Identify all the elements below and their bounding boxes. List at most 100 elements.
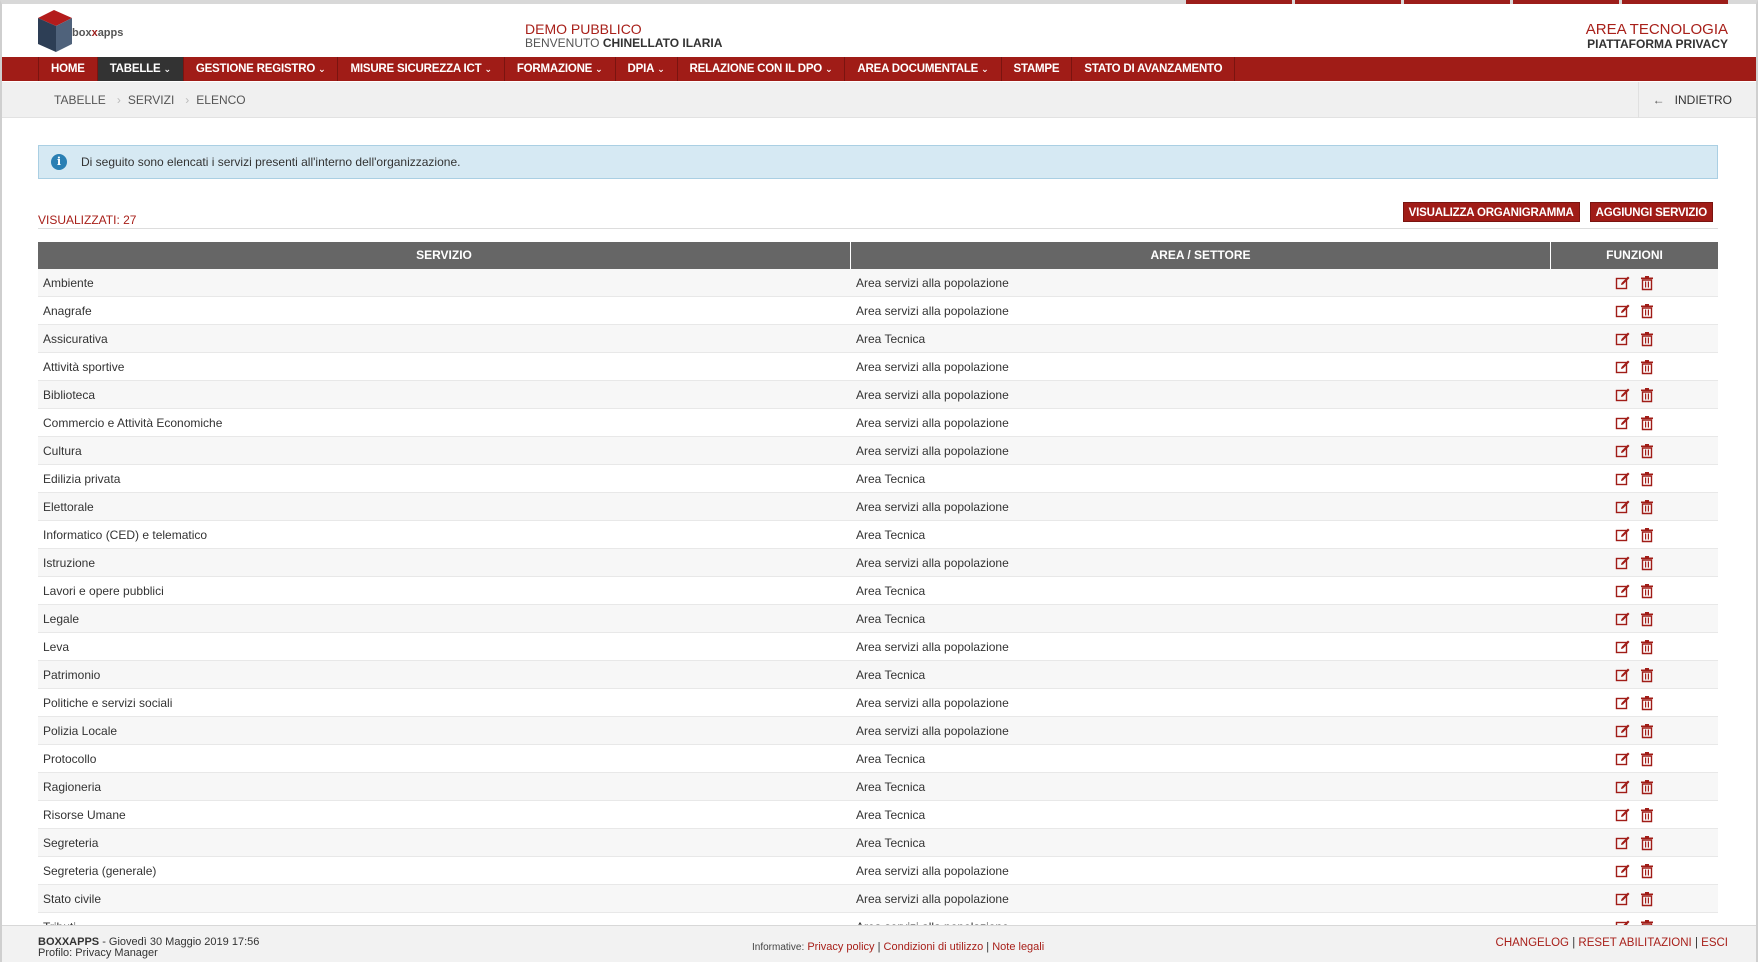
edit-icon[interactable]	[1615, 387, 1631, 403]
logo-text: boxxapps	[72, 27, 124, 39]
nav-item-home[interactable]: HOME	[39, 57, 98, 81]
actions-cell	[1551, 521, 1718, 548]
actions-cell	[1551, 381, 1718, 408]
legal-notes-link[interactable]: Note legali	[992, 941, 1044, 953]
trash-icon[interactable]	[1639, 779, 1655, 795]
logout-link[interactable]: ESCI	[1701, 937, 1728, 949]
toolbar-buttons: VISUALIZZA ORGANIGRAMMA AGGIUNGI SERVIZI…	[1402, 202, 1713, 222]
nav-item-misure-sicurezza-ict[interactable]: MISURE SICUREZZA ICT ⌄	[338, 57, 505, 81]
chevron-down-icon: ⌄	[825, 64, 833, 74]
service-name-cell: Elettorale	[43, 500, 94, 514]
edit-icon[interactable]	[1615, 359, 1631, 375]
actions-cell	[1551, 689, 1718, 716]
trash-icon[interactable]	[1639, 471, 1655, 487]
trash-icon[interactable]	[1639, 443, 1655, 459]
trash-icon[interactable]	[1639, 555, 1655, 571]
nav-label: TABELLE	[109, 63, 161, 75]
privacy-policy-link[interactable]: Privacy policy	[807, 941, 874, 953]
nav-item-formazione[interactable]: FORMAZIONE ⌄	[505, 57, 616, 81]
trash-icon[interactable]	[1639, 331, 1655, 347]
edit-icon[interactable]	[1615, 751, 1631, 767]
edit-icon[interactable]	[1615, 723, 1631, 739]
nav-item-tabelle[interactable]: TABELLE ⌄	[97, 57, 184, 81]
trash-icon[interactable]	[1639, 499, 1655, 515]
trash-icon[interactable]	[1639, 387, 1655, 403]
edit-icon[interactable]	[1615, 303, 1631, 319]
nav-item-stampe[interactable]: STAMPE	[1002, 57, 1073, 81]
actions-cell	[1551, 465, 1718, 492]
trash-icon[interactable]	[1639, 891, 1655, 907]
actions-cell	[1551, 549, 1718, 576]
trash-icon[interactable]	[1639, 415, 1655, 431]
reset-permissions-link[interactable]: RESET ABILITAZIONI	[1578, 937, 1691, 949]
edit-icon[interactable]	[1615, 555, 1631, 571]
edit-icon[interactable]	[1615, 779, 1631, 795]
nav-item-area-documentale[interactable]: AREA DOCUMENTALE ⌄	[845, 57, 1002, 81]
edit-icon[interactable]	[1615, 695, 1631, 711]
trash-icon[interactable]	[1639, 275, 1655, 291]
edit-icon[interactable]	[1615, 583, 1631, 599]
trash-icon[interactable]	[1639, 611, 1655, 627]
table-row: Polizia Locale Area servizi alla popolazi…	[38, 717, 1718, 745]
service-name-cell: Commercio e Attività Economiche	[43, 416, 223, 430]
area-cell: Area servizi alla popolazione	[856, 276, 1009, 290]
edit-icon[interactable]	[1615, 471, 1631, 487]
table-row: Risorse Umane Area Tecnica	[38, 801, 1718, 829]
nav-item-gestione-registro[interactable]: GESTIONE REGISTRO ⌄	[184, 57, 339, 81]
view-org-chart-button[interactable]: VISUALIZZA ORGANIGRAMMA	[1402, 202, 1580, 222]
trash-icon[interactable]	[1639, 359, 1655, 375]
service-name-cell: Polizia Locale	[43, 724, 118, 738]
trash-icon[interactable]	[1639, 303, 1655, 319]
breadcrumb-item-servizi[interactable]: SERVIZI	[128, 93, 190, 107]
service-name-cell: Edilizia privata	[43, 472, 121, 486]
nav-label: DPIA	[627, 63, 655, 75]
trash-icon[interactable]	[1639, 807, 1655, 823]
trash-icon[interactable]	[1639, 583, 1655, 599]
edit-icon[interactable]	[1615, 527, 1631, 543]
footer-links: Informative: Privacy policy | Condizioni…	[752, 941, 1044, 953]
nav-item-relazione-con-il-dpo[interactable]: RELAZIONE CON IL DPO ⌄	[678, 57, 846, 81]
service-name-cell: Cultura	[43, 444, 82, 458]
trash-icon[interactable]	[1639, 751, 1655, 767]
service-name-cell: Protocollo	[43, 752, 97, 766]
terms-link[interactable]: Condizioni di utilizzo	[884, 941, 984, 953]
trash-icon[interactable]	[1639, 695, 1655, 711]
column-header-servizio[interactable]: SERVIZIO	[38, 242, 851, 269]
trash-icon[interactable]	[1639, 667, 1655, 683]
edit-icon[interactable]	[1615, 415, 1631, 431]
page-viewport: boxxapps DEMO PUBBLICO BENVENUTO CHINELL…	[0, 0, 1758, 925]
nav-item-dpia[interactable]: DPIA ⌄	[616, 57, 678, 81]
trash-icon[interactable]	[1639, 863, 1655, 879]
header-area-info: AREA TECNOLOGIA PIATTAFORMA PRIVACY	[1586, 22, 1728, 52]
edit-icon[interactable]	[1615, 331, 1631, 347]
changelog-link[interactable]: CHANGELOG	[1496, 937, 1570, 949]
edit-icon[interactable]	[1615, 611, 1631, 627]
header-user-info: DEMO PUBBLICO BENVENUTO CHINELLATO ILARI…	[525, 22, 722, 50]
trash-icon[interactable]	[1639, 527, 1655, 543]
edit-icon[interactable]	[1615, 275, 1631, 291]
breadcrumb-item-elenco: ELENCO	[196, 93, 246, 107]
edit-icon[interactable]	[1615, 863, 1631, 879]
area-cell: Area servizi alla popolazione	[851, 913, 1551, 925]
edit-icon[interactable]	[1615, 891, 1631, 907]
add-service-button[interactable]: AGGIUNGI SERVIZIO	[1589, 202, 1713, 222]
edit-icon[interactable]	[1615, 667, 1631, 683]
column-header-area[interactable]: AREA / SETTORE	[851, 242, 1551, 269]
edit-icon[interactable]	[1615, 807, 1631, 823]
actions-cell	[1551, 633, 1718, 660]
back-button[interactable]: ← INDIETRO	[1637, 82, 1732, 118]
service-name-cell: Politiche e servizi sociali	[43, 696, 173, 710]
service-name-cell: Leva	[43, 640, 70, 654]
edit-icon[interactable]	[1615, 443, 1631, 459]
chevron-down-icon: ⌄	[657, 64, 665, 74]
trash-icon[interactable]	[1639, 835, 1655, 851]
trash-icon[interactable]	[1639, 639, 1655, 655]
breadcrumb-item-tabelle[interactable]: TABELLE	[54, 93, 121, 107]
edit-icon[interactable]	[1615, 835, 1631, 851]
actions-cell	[1551, 745, 1718, 772]
nav-item-stato-di-avanzamento[interactable]: STATO DI AVANZAMENTO	[1072, 57, 1236, 81]
edit-icon[interactable]	[1615, 499, 1631, 515]
edit-icon[interactable]	[1615, 639, 1631, 655]
service-name-cell: Attività sportive	[43, 360, 125, 374]
trash-icon[interactable]	[1639, 723, 1655, 739]
